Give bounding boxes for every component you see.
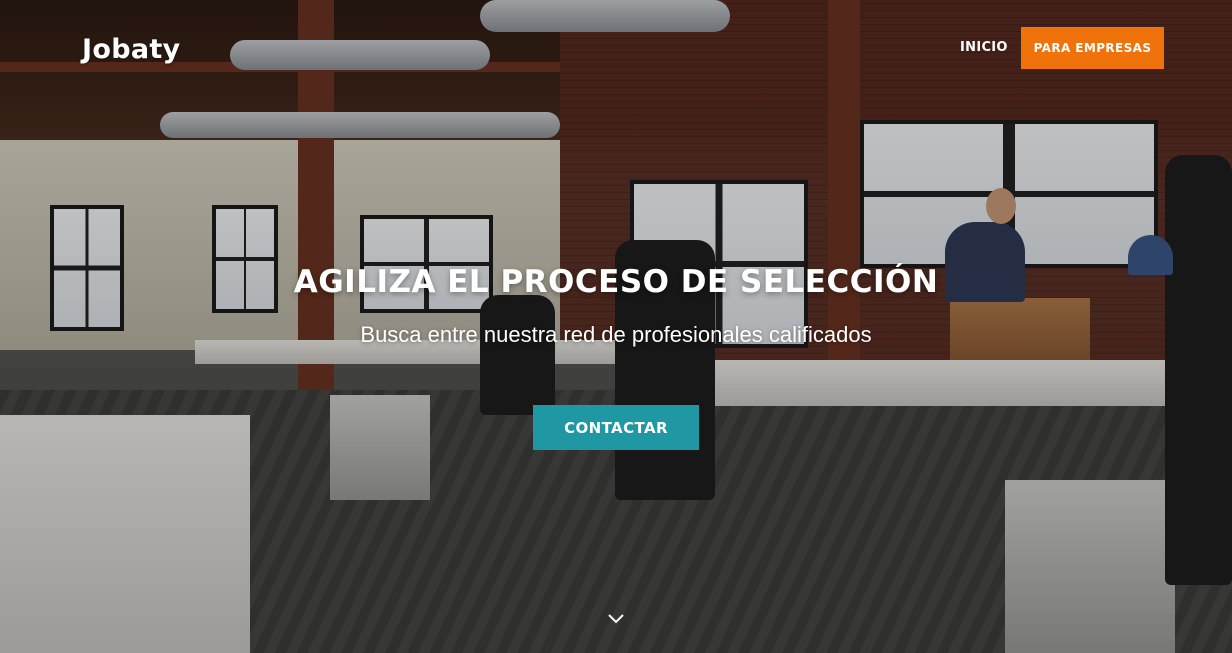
hero-subheadline: Busca entre nuestra red de profesionales… — [360, 322, 872, 347]
nav-link-inicio[interactable]: INICIO — [960, 40, 1008, 55]
hero-headline: AGILIZA EL PROCESO DE SELECCIÓN — [293, 264, 939, 300]
hero-section: Jobaty INICIO PARA EMPRESAS AGILIZA EL P… — [0, 0, 1232, 653]
contactar-button[interactable]: CONTACTAR — [533, 405, 699, 450]
brand-logo[interactable]: Jobaty — [82, 34, 180, 65]
chevron-down-icon[interactable] — [606, 612, 626, 626]
para-empresas-button[interactable]: PARA EMPRESAS — [1021, 27, 1164, 69]
